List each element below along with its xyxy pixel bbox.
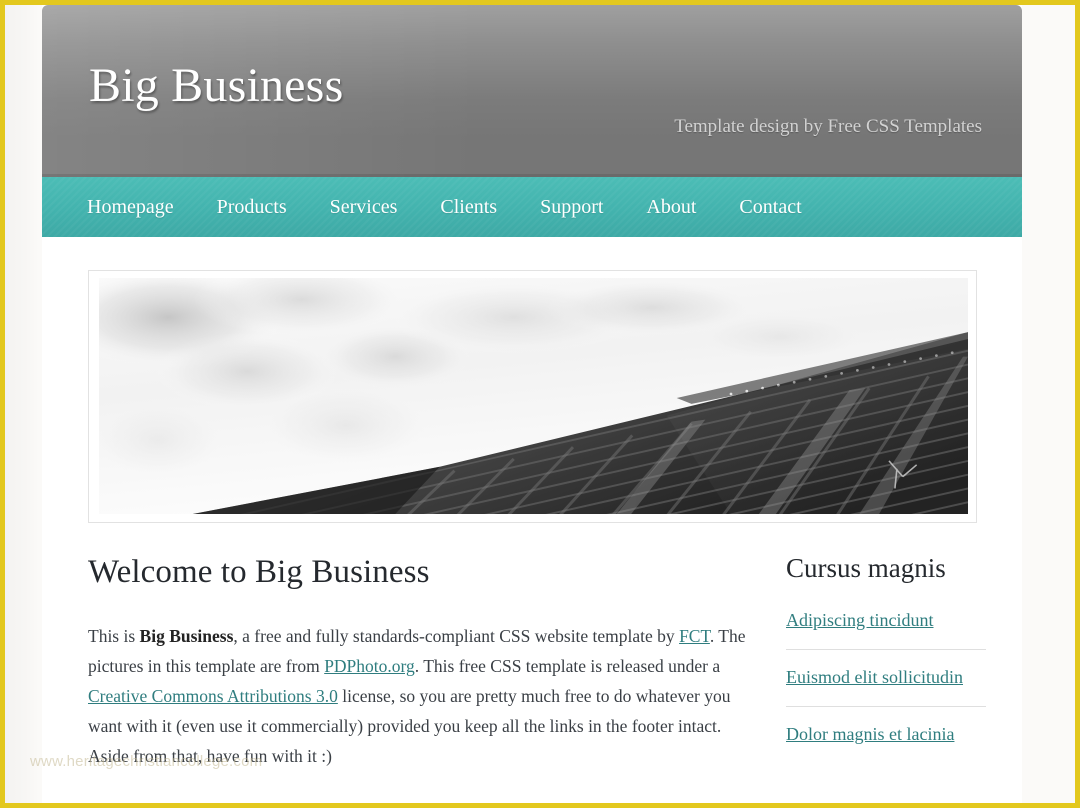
list-item: Dolor magnis et lacinia (786, 724, 986, 763)
sidebar-link-dolor-magnis-et-lacinia[interactable]: Dolor magnis et lacinia (786, 724, 954, 744)
list-item: Adipiscing tincidunt (786, 610, 986, 650)
sidebar: Cursus magnis Adipiscing tincidunt Euism… (786, 553, 986, 780)
nav-item-services[interactable]: Services (330, 196, 398, 219)
paragraph-text-part2: , a free and fully standards-compliant C… (233, 626, 680, 647)
main-column: Welcome to Big Business This is Big Busi… (88, 554, 748, 780)
sidebar-link-euismod-elit-sollicitudin[interactable]: Euismod elit sollicitudin (786, 667, 963, 687)
banner-photo (99, 278, 968, 514)
content-columns: Welcome to Big Business This is Big Busi… (42, 553, 1022, 780)
nav-item-contact[interactable]: Contact (739, 196, 801, 219)
nav-item-products[interactable]: Products (217, 196, 287, 219)
sidebar-link-adipiscing-tincidunt[interactable]: Adipiscing tincidunt (786, 610, 934, 630)
list-item: Euismod elit sollicitudin (786, 667, 986, 707)
link-fct[interactable]: FCT (679, 626, 710, 646)
page-container: Big Business Template design by Free CSS… (42, 5, 1022, 803)
browser-viewport: Big Business Template design by Free CSS… (0, 0, 1080, 808)
sidebar-heading: Cursus magnis (786, 553, 946, 583)
link-pdphoto[interactable]: PDPhoto.org (324, 656, 415, 676)
banner-image-frame (88, 270, 977, 523)
sidebar-link-list: Adipiscing tincidunt Euismod elit sollic… (786, 610, 986, 763)
page-content: Welcome to Big Business This is Big Busi… (42, 270, 1022, 780)
nav-item-clients[interactable]: Clients (440, 196, 497, 219)
nav-item-about[interactable]: About (646, 196, 696, 219)
page-title: Welcome to Big Business (88, 554, 430, 590)
paragraph-bold-brand: Big Business (139, 626, 234, 647)
intro-paragraph: This is Big Business, a free and fully s… (88, 621, 746, 771)
nav-item-homepage[interactable]: Homepage (87, 196, 174, 219)
header-tagline: Template design by Free CSS Templates (674, 116, 982, 137)
nav-item-support[interactable]: Support (540, 196, 603, 219)
site-title: Big Business (89, 59, 344, 112)
paragraph-text-part4: . This free CSS template is released und… (414, 656, 721, 677)
main-navigation: Homepage Products Services Clients Suppo… (42, 177, 1022, 237)
paragraph-text-part1: This is (88, 626, 140, 647)
link-creative-commons[interactable]: Creative Commons Attributions 3.0 (88, 686, 338, 706)
site-header: Big Business Template design by Free CSS… (42, 5, 1022, 177)
